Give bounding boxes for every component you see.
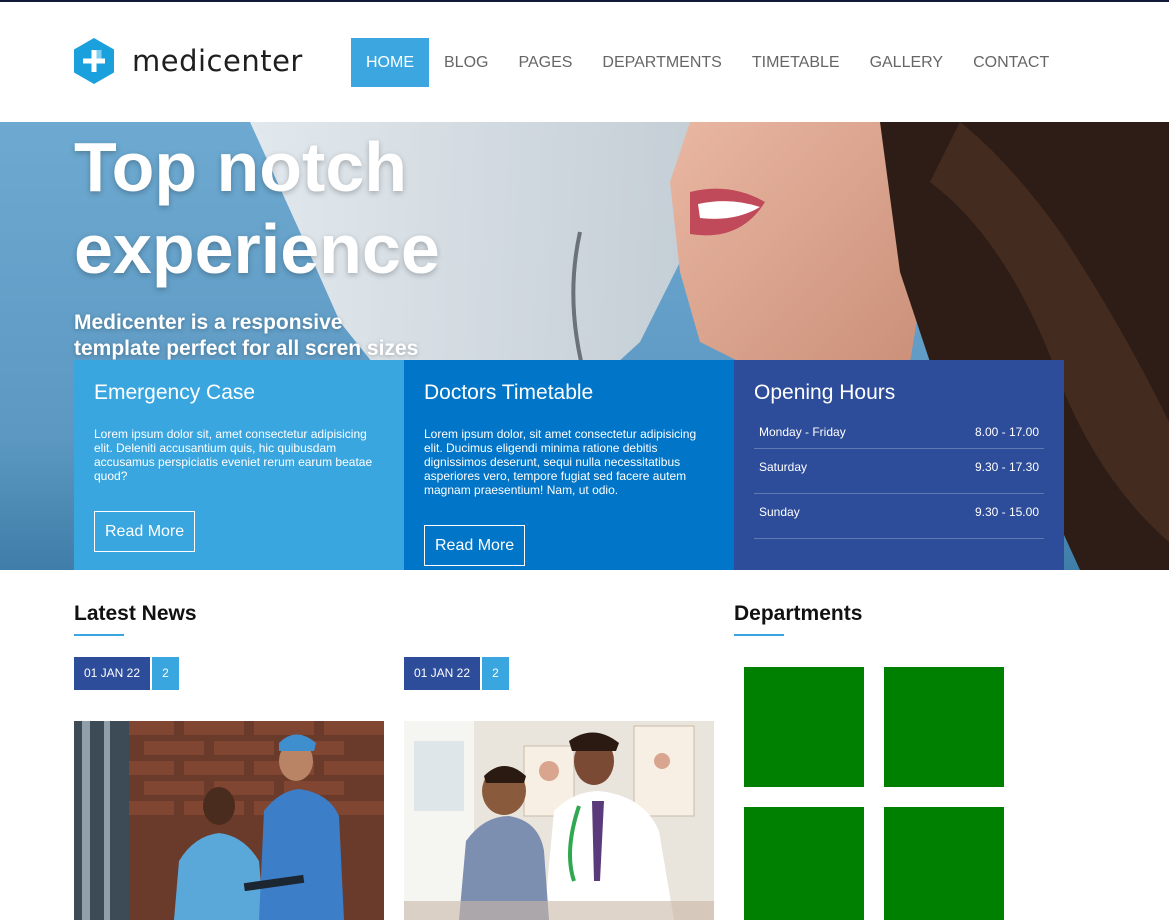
nav-gallery[interactable]: GALLERY (855, 38, 959, 87)
nav-departments[interactable]: DEPARTMENTS (587, 38, 736, 87)
opening-hours-title: Opening Hours (754, 381, 896, 404)
hours-row: Sunday 9.30 - 15.00 (754, 494, 1044, 539)
news-image-doctor-child[interactable] (404, 721, 714, 920)
department-tile[interactable] (884, 807, 1004, 920)
hours-day: Sunday (759, 505, 800, 519)
opening-hours-list: Monday - Friday 8.00 - 17.00 Saturday 9.… (754, 425, 1044, 539)
hours-row: Saturday 9.30 - 17.30 (754, 449, 1044, 494)
news-comment-count[interactable]: 2 (482, 657, 509, 690)
news-photo-2 (404, 721, 714, 920)
news-photo-1 (74, 721, 384, 920)
news-comment-count[interactable]: 2 (152, 657, 179, 690)
nav-home[interactable]: HOME (351, 38, 429, 87)
hero-title: Top notch experience (74, 126, 634, 290)
departments-underline (734, 634, 784, 636)
news-date-tag: 01 JAN 22 (404, 657, 481, 690)
emergency-case-box: Emergency Case Lorem ipsum dolor sit, am… (74, 360, 404, 570)
hours-day: Monday - Friday (759, 425, 846, 439)
doctors-timetable-title: Doctors Timetable (424, 381, 594, 404)
nav-pages[interactable]: PAGES (503, 38, 587, 87)
opening-hours-box: Opening Hours Monday - Friday 8.00 - 17.… (734, 360, 1064, 570)
hero-subtitle: Medicenter is a responsive template perf… (74, 310, 454, 362)
nav-contact[interactable]: CONTACT (958, 38, 1064, 87)
main-nav: HOME BLOG PAGES DEPARTMENTS TIMETABLE GA… (351, 38, 1064, 87)
emergency-case-text: Lorem ipsum dolor sit, amet consectetur … (94, 427, 373, 483)
hours-day: Saturday (759, 460, 808, 474)
nav-timetable[interactable]: TIMETABLE (737, 38, 855, 87)
emergency-read-more-button[interactable]: Read More (94, 511, 196, 552)
hours-time: 9.30 - 15.00 (974, 505, 1039, 519)
latest-news-heading: Latest News (74, 602, 197, 625)
hero-title-line-2: experience (74, 210, 440, 288)
latest-news-underline (74, 634, 124, 636)
logo-text: medicenter (132, 44, 303, 78)
hours-time: 9.30 - 17.30 (974, 460, 1039, 474)
hero-subtitle-line-1: Medicenter is a responsive (74, 311, 343, 334)
department-tile[interactable] (744, 807, 864, 920)
nav-blog[interactable]: BLOG (429, 38, 503, 87)
doctors-timetable-box: Doctors Timetable Lorem ipsum dolor, sit… (404, 360, 734, 570)
hero-title-line-1: Top notch (74, 128, 408, 206)
emergency-case-title: Emergency Case (94, 381, 256, 404)
department-tile[interactable] (744, 667, 864, 787)
departments-heading: Departments (734, 602, 863, 625)
medical-cross-logo-icon (74, 38, 114, 84)
hours-time: 8.00 - 17.00 (974, 425, 1039, 439)
timetable-read-more-button[interactable]: Read More (424, 525, 526, 566)
logo[interactable]: medicenter (74, 38, 303, 84)
site-header: medicenter HOME BLOG PAGES DEPARTMENTS T… (0, 2, 1169, 122)
news-image-nurse-patient[interactable] (74, 721, 384, 920)
doctors-timetable-text: Lorem ipsum dolor, sit amet consectetur … (424, 427, 697, 497)
hero-subtitle-line-2: template perfect for all scren sizes (74, 337, 419, 360)
hours-row: Monday - Friday 8.00 - 17.00 (754, 425, 1044, 449)
department-tile[interactable] (884, 667, 1004, 787)
news-date-tag: 01 JAN 22 (74, 657, 151, 690)
